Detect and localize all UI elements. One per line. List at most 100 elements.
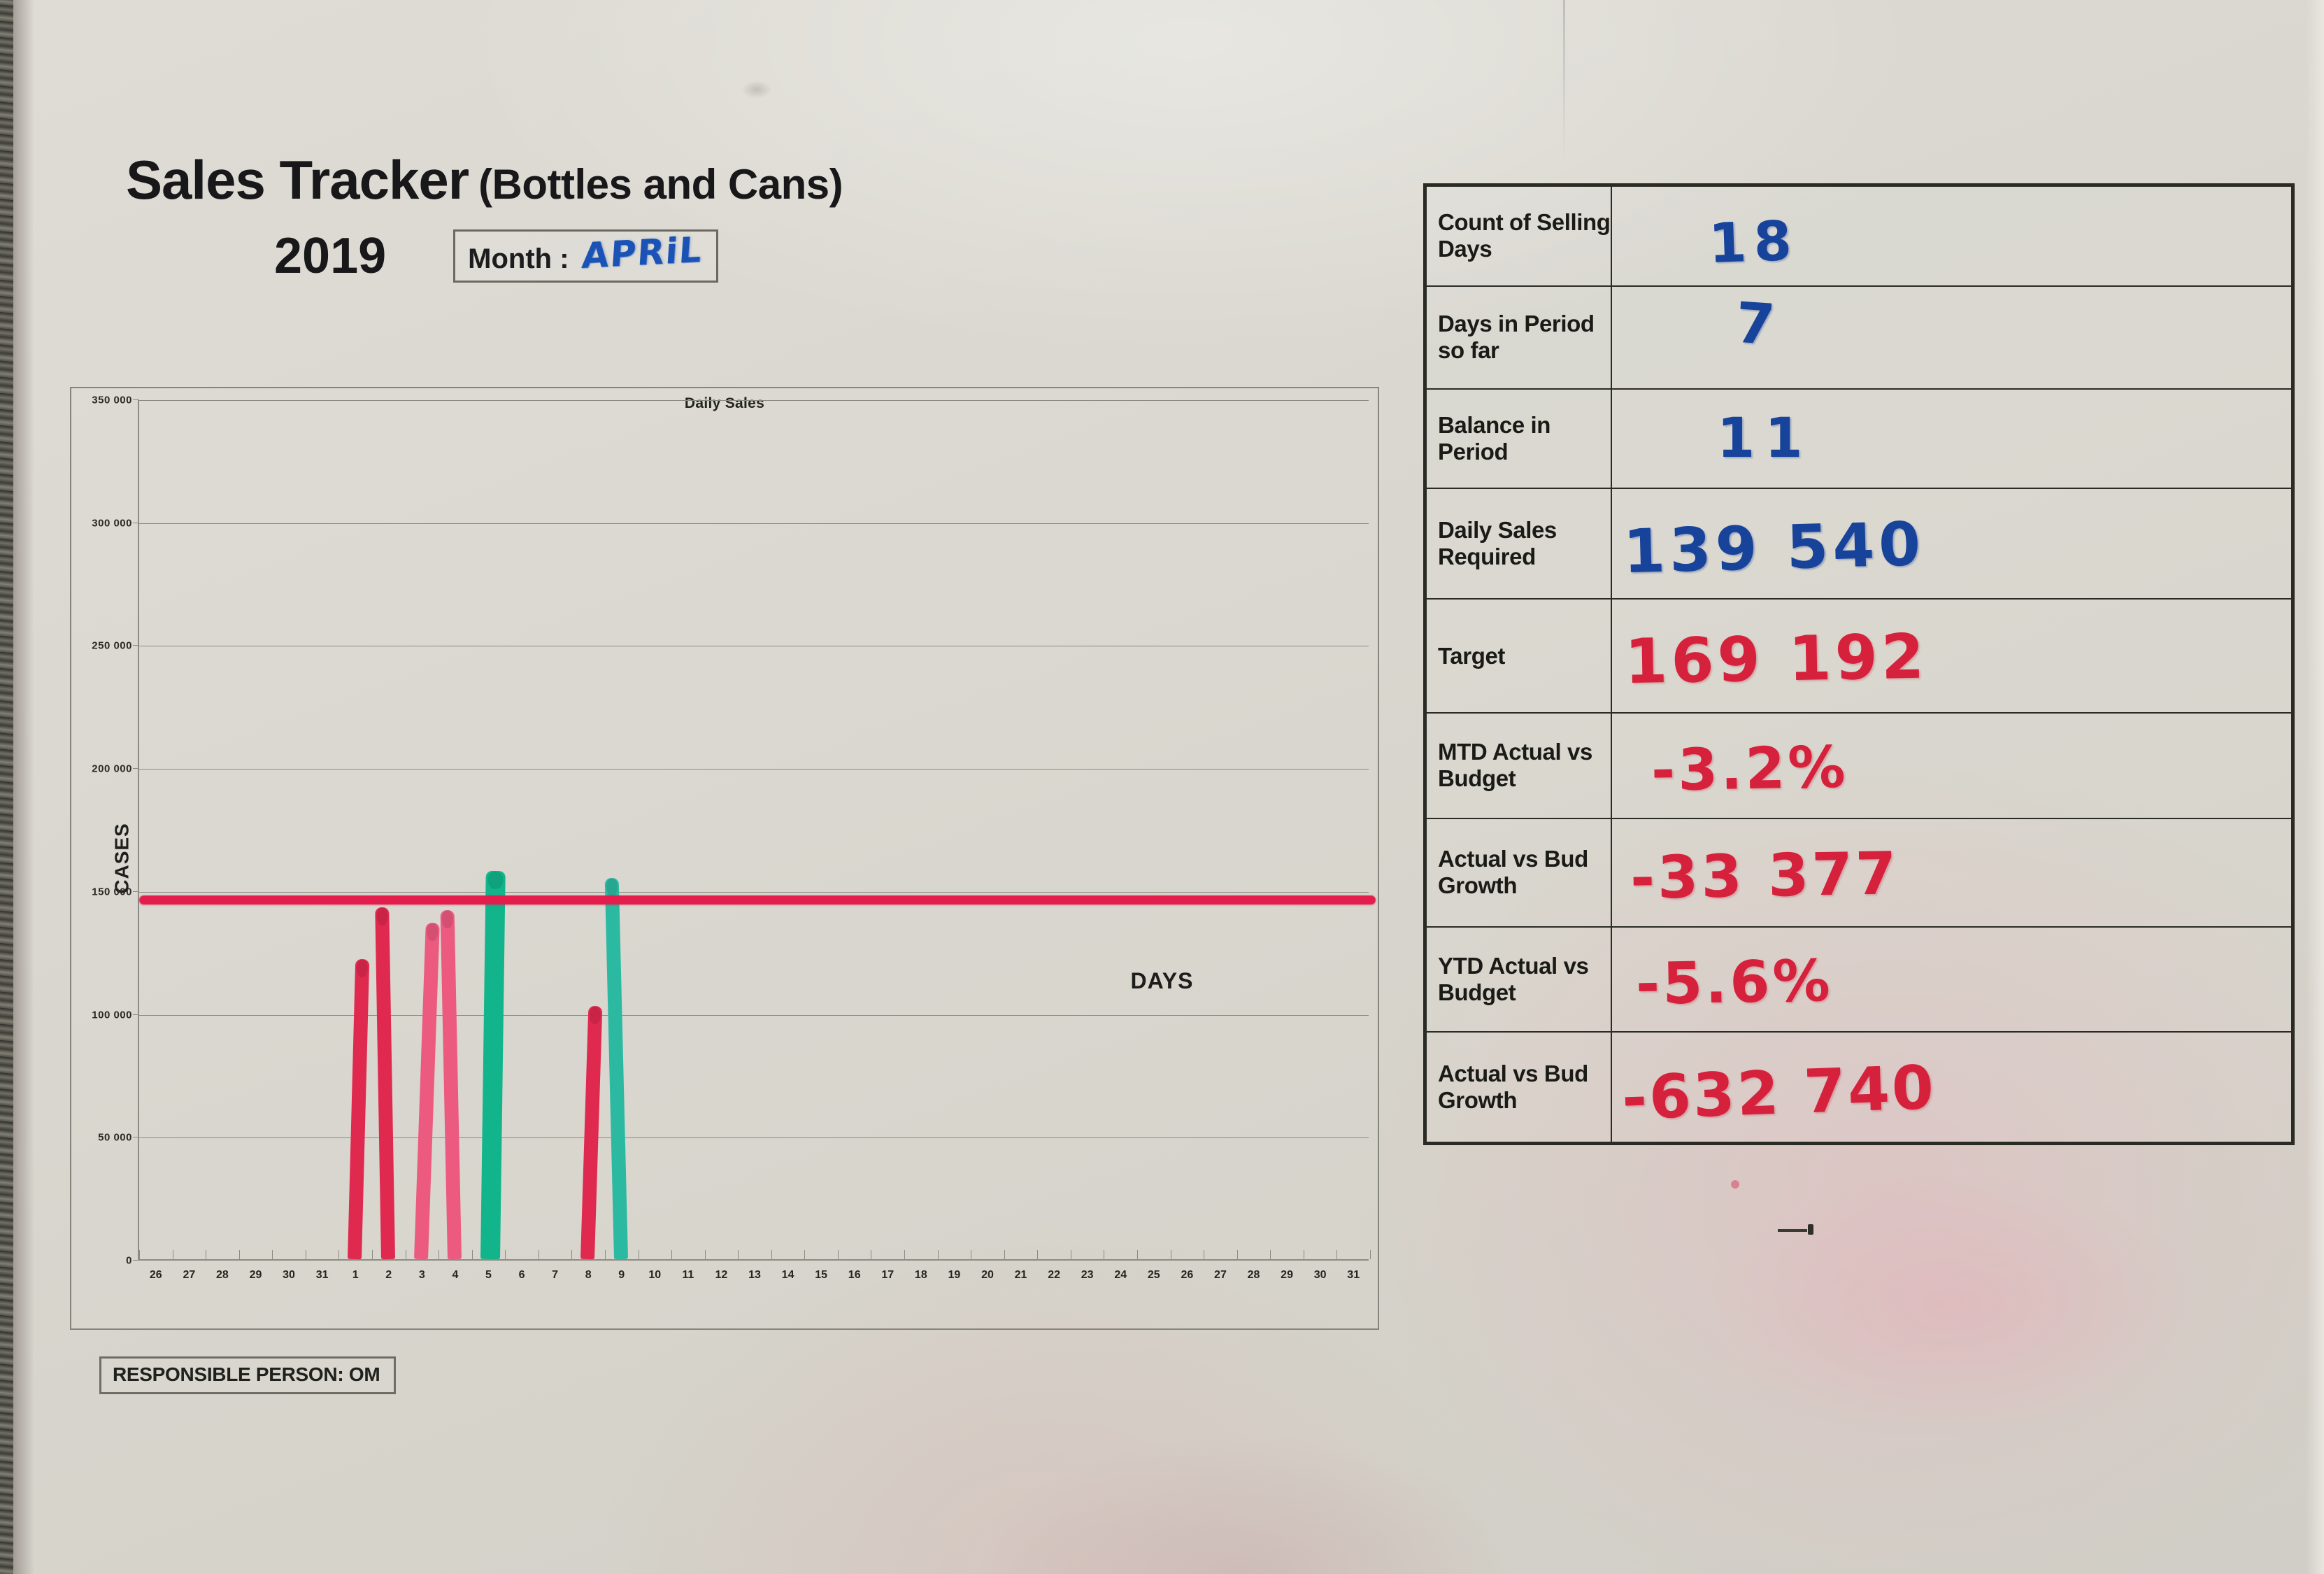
stray-pink-dot (1731, 1180, 1739, 1189)
kpi-table: Count of Selling Days 18 Days in Period so… (1423, 183, 2295, 1145)
y-tick-mark (133, 645, 139, 646)
y-tick-label: 150 000 (92, 886, 132, 898)
kpi-handwritten-value: 18 (1707, 209, 1800, 276)
x-tick-mark (604, 1250, 606, 1259)
x-tick-label: 21 (1014, 1269, 1027, 1281)
kpi-value-cell[interactable]: 7 (1611, 285, 2293, 390)
gridline (139, 1137, 1369, 1139)
table-row: Daily Sales Required 139 540 (1425, 488, 2293, 600)
x-tick-mark (771, 1250, 772, 1259)
x-tick-label: 26 (1181, 1269, 1194, 1281)
kpi-value-cell[interactable]: -5.6% (1611, 926, 2293, 1033)
x-tick-mark (1004, 1250, 1005, 1259)
kpi-value-cell[interactable]: -33 377 (1611, 817, 2293, 928)
kpi-value-cell[interactable]: -632 740 (1611, 1030, 2293, 1144)
gridline (139, 769, 1369, 770)
table-row: MTD Actual vs Budget -3.2% (1425, 712, 2293, 819)
responsible-person-box[interactable]: RESPONSIBLE PERSON: OM (99, 1356, 397, 1394)
x-tick-label: 7 (552, 1269, 559, 1281)
month-field-label: Month : (468, 243, 569, 274)
y-tick-mark (133, 399, 139, 400)
x-tick-label: 27 (1214, 1269, 1227, 1281)
x-tick-label: 31 (1347, 1269, 1360, 1281)
kpi-label: Actual vs Bud Growth (1425, 817, 1612, 928)
x-tick-mark (338, 1250, 340, 1259)
kpi-table-body: Count of Selling Days 18 Days in Period so… (1425, 185, 2293, 1144)
y-tick-label: 300 000 (92, 517, 132, 530)
chart-bar (414, 922, 441, 1260)
chart-plot-area: 0 50 000 100 000 150 000 200 000 250 000 300 0… (92, 395, 1376, 1281)
page-title: Sales Tracker (126, 149, 469, 211)
x-tick-label: 18 (914, 1269, 927, 1281)
kpi-value-cell[interactable]: 139 540 (1611, 488, 2293, 600)
kpi-label: Daily Sales Required (1425, 488, 1612, 600)
x-tick-label: 16 (848, 1269, 861, 1281)
y-tick-mark (133, 1014, 139, 1015)
table-row: Days in Period so far 7 (1425, 285, 2293, 390)
x-tick-label: 25 (1147, 1269, 1160, 1281)
chart-bar (348, 959, 370, 1260)
x-tick-label: 22 (1048, 1269, 1060, 1281)
table-row: Actual vs Bud Growth -33 377 (1425, 817, 2293, 928)
kpi-value-cell[interactable]: 18 (1611, 185, 2293, 287)
chart-bar (480, 870, 506, 1260)
kpi-value-cell[interactable]: -3.2% (1611, 712, 2293, 819)
year-label: 2019 (274, 228, 387, 284)
kpi-label: Target (1425, 598, 1612, 714)
page-subtitle: (Bottles and Cans) (478, 161, 843, 208)
month-field[interactable]: Month : APRiL (453, 229, 719, 283)
daily-sales-chart: Daily Sales CASES 0 50 000 100 000 150 000 2… (70, 387, 1379, 1330)
x-tick-label: 5 (485, 1269, 492, 1281)
x-tick-mark (471, 1250, 473, 1259)
gridline (139, 891, 1369, 893)
right-edge-highlight (2306, 0, 2324, 1574)
x-tick-mark (837, 1250, 839, 1259)
board-seam (1563, 0, 1565, 161)
x-tick-mark (904, 1250, 906, 1259)
x-tick-label: 3 (418, 1269, 425, 1281)
kpi-label: Days in Period so far (1425, 285, 1612, 390)
chart-bar (580, 1005, 603, 1260)
x-tick-label: 4 (452, 1269, 459, 1281)
kpi-label: Actual vs Bud Growth (1425, 1030, 1612, 1144)
kpi-label: Balance in Period (1425, 388, 1612, 490)
x-tick-mark (505, 1250, 506, 1259)
x-tick-mark (238, 1250, 240, 1259)
x-tick-label: 12 (715, 1269, 728, 1281)
page-title-block: Sales Tracker (Bottles and Cans) 2019 Mon… (126, 148, 843, 285)
kpi-handwritten-value: 139 540 (1622, 509, 1926, 588)
kpi-handwritten-value: 169 192 (1624, 620, 1928, 698)
kpi-value-cell[interactable]: 169 192 (1611, 598, 2293, 714)
y-tick-label: 200 000 (92, 763, 132, 775)
y-tick-label: 0 (126, 1254, 132, 1267)
y-tick-mark (133, 891, 139, 892)
kpi-handwritten-value: -632 740 (1620, 1052, 1937, 1134)
x-tick-label: 15 (815, 1269, 828, 1281)
y-tick-label: 350 000 (92, 394, 132, 406)
board-smudge (741, 80, 772, 99)
kpi-value-cell[interactable]: 11 (1611, 388, 2293, 490)
x-tick-label: 26 (149, 1269, 162, 1281)
x-tick-label: 6 (518, 1269, 525, 1281)
x-tick-label: 14 (781, 1269, 794, 1281)
x-tick-label: 23 (1081, 1269, 1094, 1281)
y-tick-label: 50 000 (98, 1131, 132, 1144)
y-tick-label: 100 000 (92, 1009, 132, 1021)
x-tick-label: 10 (648, 1269, 662, 1281)
x-tick-label: 24 (1114, 1269, 1127, 1281)
x-tick-label: 11 (682, 1269, 694, 1281)
bottom-reflection (979, 1438, 1511, 1574)
x-tick-mark (1336, 1250, 1338, 1259)
chart-bar (604, 878, 628, 1260)
x-tick-label: 29 (249, 1269, 262, 1281)
chart-bar (374, 907, 395, 1260)
x-tick-label: 9 (618, 1269, 625, 1281)
kpi-label: YTD Actual vs Budget (1425, 926, 1612, 1033)
stray-dash-mark (1778, 1229, 1807, 1232)
gridline (139, 400, 1369, 401)
x-tick-mark (1037, 1250, 1039, 1259)
gridline (139, 523, 1369, 524)
x-tick-label: 13 (748, 1269, 761, 1281)
kpi-label: MTD Actual vs Budget (1425, 712, 1612, 819)
x-tick-mark (671, 1250, 673, 1259)
